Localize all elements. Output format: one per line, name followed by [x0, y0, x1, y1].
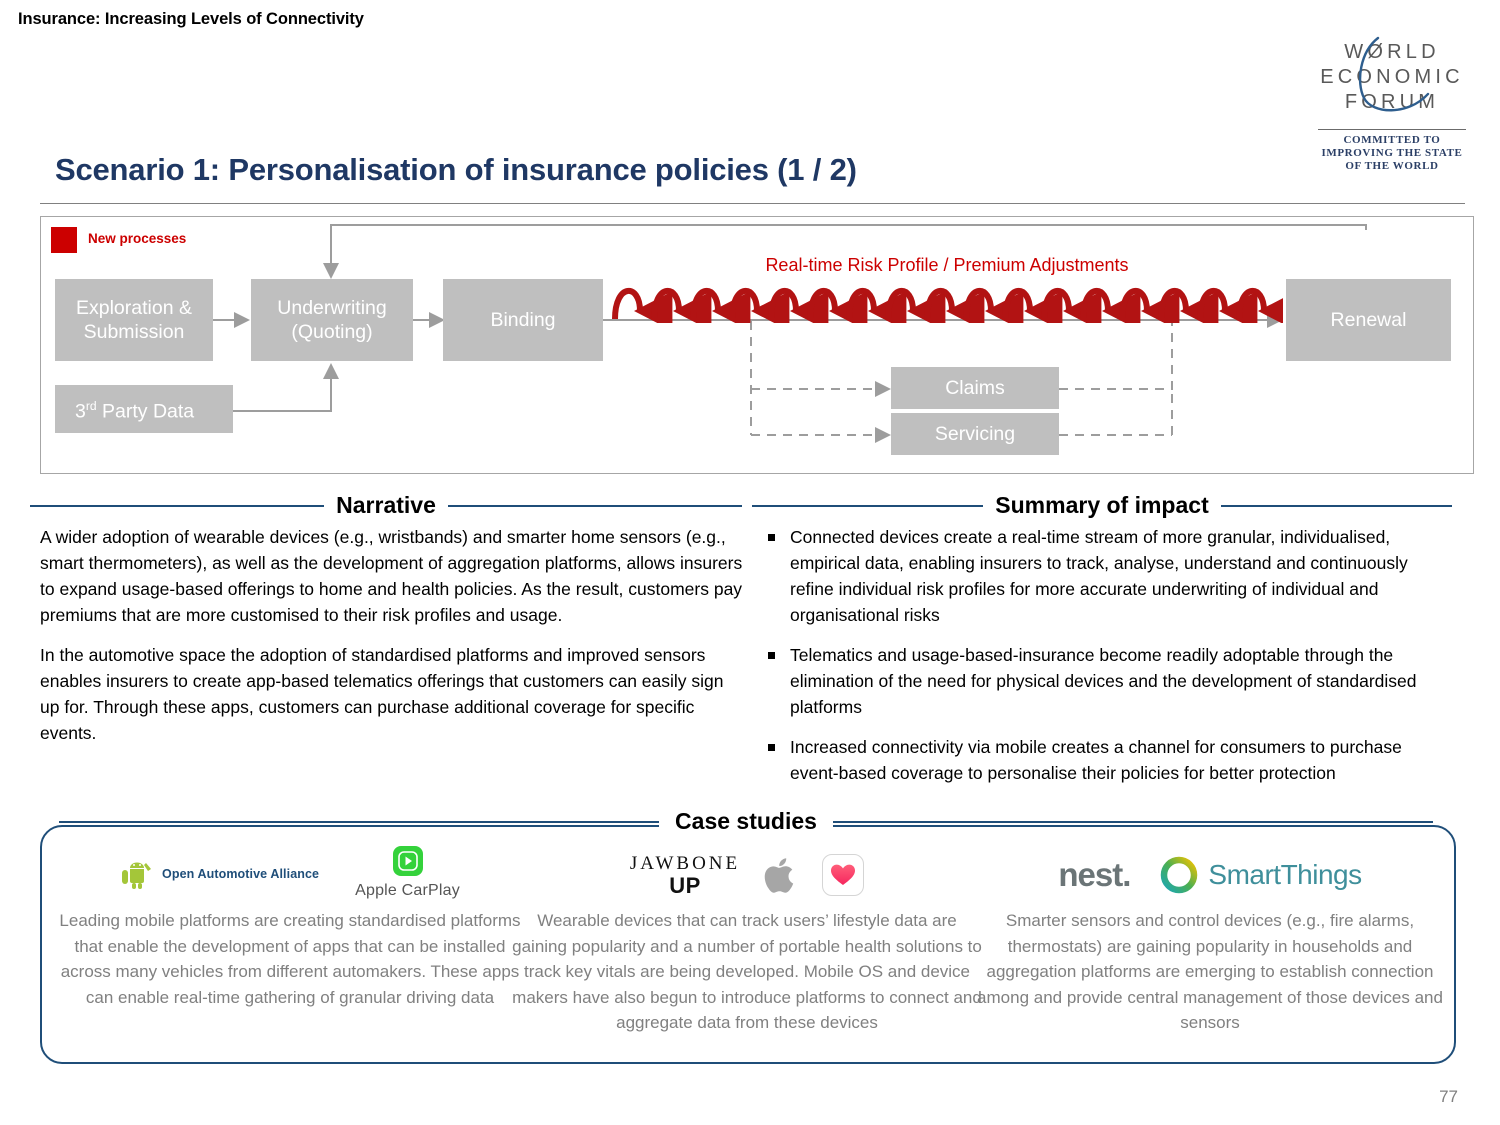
open-automotive-alliance-logo: Open Automotive Alliance: [120, 860, 319, 890]
case-studies-heading-row: Case studies: [40, 808, 1452, 835]
node-renewal[interactable]: Renewal: [1286, 279, 1451, 361]
impact-bullet-3: Increased connectivity via mobile create…: [760, 734, 1450, 786]
heart-icon: [831, 864, 856, 885]
page-title: Scenario 1: Personalisation of insurance…: [55, 152, 857, 187]
narrative-paragraph-1: A wider adoption of wearable devices (e.…: [40, 527, 743, 625]
wef-tagline: COMMITTED TO IMPROVING THE STATE OF THE …: [1312, 134, 1472, 173]
impact-rule-right: [1220, 504, 1453, 507]
smartthings-ring-icon: [1161, 856, 1198, 894]
up-wordmark: UP: [669, 872, 701, 898]
impact-bullet-list: Connected devices create a real-time str…: [760, 524, 1450, 800]
node-claims[interactable]: Claims: [891, 367, 1059, 409]
wef-logo: WØRLD ECONOMIC FORUM COMMITTED TO IMPROV…: [1312, 36, 1472, 173]
case-study-3-logos: nest. SmartThings: [975, 846, 1445, 904]
page-number: 77: [1439, 1087, 1458, 1106]
narrative-rule-right: [447, 504, 743, 507]
node-binding[interactable]: Binding: [443, 279, 603, 361]
narrative-heading: Narrative: [336, 492, 436, 518]
case-studies-rule-left: [59, 820, 660, 823]
node-third-party-data-label: 3rd Party Data: [75, 399, 195, 423]
apple-carplay-logo: Apple CarPlay: [355, 846, 460, 904]
node-claims-label: Claims: [945, 377, 1005, 399]
narrative-body: A wider adoption of wearable devices (e.…: [40, 524, 745, 760]
apple-logo-icon: [764, 858, 794, 893]
jawbone-up-logo: JAWBONE UP: [630, 854, 740, 897]
node-underwriting-quoting[interactable]: Underwriting (Quoting): [251, 279, 413, 361]
case-study-column-2: JAWBONE UP Wearable devices that can tra…: [512, 846, 982, 1036]
impact-bullet-2: Telematics and usage-based-insurance bec…: [760, 642, 1450, 720]
narrative-rule-left: [30, 504, 325, 507]
case-study-1-logos: Open Automotive Alliance Apple CarPlay: [55, 846, 525, 904]
wef-divider: [1318, 129, 1466, 130]
node-exploration-submission[interactable]: Exploration & Submission: [55, 279, 213, 361]
apple-carplay-icon: [392, 846, 423, 877]
case-study-1-text: Leading mobile platforms are creating st…: [59, 911, 521, 1007]
apple-health-icon: [822, 854, 865, 896]
narrative-paragraph-2: In the automotive space the adoption of …: [40, 645, 724, 743]
narrative-heading-row: Narrative: [30, 492, 743, 519]
realtime-loop-arrows: [611, 275, 1283, 323]
wef-tagline-2: IMPROVING THE STATE: [1321, 147, 1463, 159]
node-binding-label: Binding: [490, 309, 556, 331]
wef-line-2: ECONOMIC: [1320, 66, 1464, 88]
wef-line-3: FORUM: [1344, 91, 1440, 113]
wef-logo-wordmark: WØRLD ECONOMIC FORUM: [1312, 36, 1472, 115]
realtime-risk-profile-label: Real-time Risk Profile / Premium Adjustm…: [765, 255, 1129, 275]
smartthings-wordmark: SmartThings: [1208, 859, 1362, 891]
wef-tagline-1: COMMITTED TO: [1343, 134, 1441, 146]
node-exploration-submission-label: Exploration & Submission: [76, 297, 192, 343]
wef-line-1: WØRLD: [1344, 41, 1440, 63]
node-underwriting-label-line2: (Quoting): [291, 321, 373, 343]
node-servicing[interactable]: Servicing: [891, 413, 1059, 455]
carplay-play-icon: [397, 851, 418, 872]
impact-heading-row: Summary of impact: [752, 492, 1453, 519]
slide-kicker: Insurance: Increasing Levels of Connecti…: [18, 10, 364, 28]
title-divider: [40, 203, 1465, 204]
open-automotive-alliance-wordmark: Open Automotive Alliance: [162, 867, 320, 882]
impact-rule-left: [752, 504, 984, 507]
case-study-column-1: Open Automotive Alliance Apple CarPlay L…: [55, 846, 525, 1010]
case-study-2-logos: JAWBONE UP: [512, 846, 982, 904]
case-study-column-3: nest. SmartThings Smarter sensors and co…: [975, 846, 1445, 1036]
smartthings-logo: SmartThings: [1158, 854, 1362, 896]
node-underwriting-label-line1: Underwriting: [277, 297, 387, 319]
node-servicing-label: Servicing: [934, 423, 1016, 445]
node-third-party-data[interactable]: 3rd Party Data: [55, 385, 233, 433]
wef-tagline-3: OF THE WORLD: [1345, 160, 1439, 172]
apple-carplay-wordmark: Apple CarPlay: [355, 882, 460, 900]
impact-bullet-1: Connected devices create a real-time str…: [760, 524, 1450, 628]
impact-heading: Summary of impact: [995, 492, 1209, 518]
node-renewal-label: Renewal: [1330, 309, 1407, 331]
case-studies-heading: Case studies: [659, 808, 833, 835]
nest-wordmark: nest.: [1058, 856, 1131, 894]
case-study-2-text: Wearable devices that can track users’ l…: [512, 911, 982, 1032]
android-icon: [122, 862, 152, 889]
case-studies-rule-right: [832, 820, 1433, 823]
jawbone-wordmark: JAWBONE: [629, 852, 741, 874]
slide-page: Insurance: Increasing Levels of Connecti…: [0, 0, 1500, 1125]
case-study-3-text: Smarter sensors and control devices (e.g…: [977, 911, 1443, 1032]
